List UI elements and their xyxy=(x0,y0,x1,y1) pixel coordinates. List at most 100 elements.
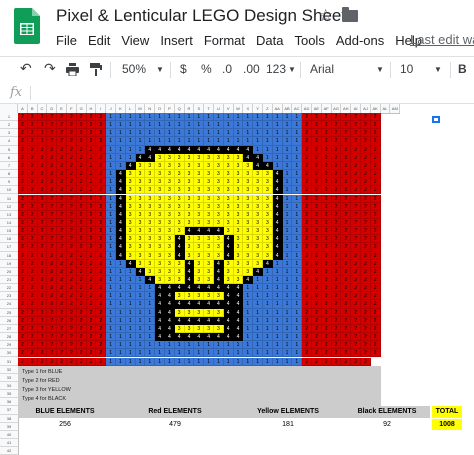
grid-cell[interactable]: 2 xyxy=(18,341,28,350)
grid-cell[interactable]: 2 xyxy=(312,235,322,244)
grid-cell[interactable]: 3 xyxy=(145,186,156,195)
grid-cell[interactable]: 1 xyxy=(292,243,303,252)
grid-cell[interactable]: 3 xyxy=(155,161,165,171)
grid-cell[interactable]: 2 xyxy=(18,218,28,228)
grid-cell[interactable]: 1 xyxy=(125,316,136,325)
grid-cell[interactable]: 2 xyxy=(67,276,77,285)
grid-cell[interactable]: 2 xyxy=(370,113,381,122)
grid-cell[interactable]: 3 xyxy=(194,202,205,211)
grid-cell[interactable]: 2 xyxy=(18,210,28,219)
grid-cell[interactable]: 2 xyxy=(321,341,332,350)
grid-cell[interactable]: 4 xyxy=(223,308,234,317)
grid-cell[interactable]: 4 xyxy=(272,251,283,260)
grid-cell[interactable]: 2 xyxy=(76,153,87,162)
grid-cell[interactable]: 2 xyxy=(312,178,322,187)
grid-cell[interactable]: 3 xyxy=(204,292,214,301)
grid-cell[interactable]: 3 xyxy=(174,153,185,162)
grid-cell[interactable]: 2 xyxy=(96,194,107,203)
grid-cell[interactable]: 3 xyxy=(125,178,136,187)
grid-cell[interactable]: 2 xyxy=(302,243,312,252)
grid-cell[interactable]: 2 xyxy=(86,284,97,293)
grid-cell[interactable]: 2 xyxy=(27,121,38,130)
grid-cell[interactable]: 3 xyxy=(194,153,205,162)
grid-cell[interactable]: 1 xyxy=(106,161,116,171)
grid-cell[interactable]: 3 xyxy=(155,243,165,252)
grid-cell[interactable]: 1 xyxy=(204,113,214,122)
grid-cell[interactable]: 4 xyxy=(214,227,224,236)
grid-cell[interactable]: 2 xyxy=(312,161,322,171)
grid-cell[interactable]: 2 xyxy=(302,121,312,130)
grid-cell[interactable]: 2 xyxy=(57,153,67,162)
grid-cell[interactable]: 2 xyxy=(312,153,322,162)
grid-cell[interactable]: 1 xyxy=(272,161,283,171)
grid-cell[interactable]: 2 xyxy=(57,235,67,244)
grid-cell[interactable]: 2 xyxy=(37,243,48,252)
grid-cell[interactable]: 4 xyxy=(184,316,195,325)
grid-cell[interactable]: 2 xyxy=(96,121,107,130)
grid-cell[interactable]: 3 xyxy=(174,276,185,285)
grid-cell[interactable]: 1 xyxy=(223,349,234,358)
grid-cell[interactable]: 2 xyxy=(331,153,342,162)
grid-cell[interactable]: 2 xyxy=(86,357,97,366)
grid-cell[interactable]: 1 xyxy=(106,129,116,138)
grid-cell[interactable]: 2 xyxy=(312,316,322,325)
grid-cell[interactable]: 3 xyxy=(243,170,254,179)
grid-cell[interactable]: 2 xyxy=(341,113,352,122)
grid-cell[interactable]: 1 xyxy=(282,153,293,162)
grid-cell[interactable]: 2 xyxy=(321,276,332,285)
grid-cell[interactable]: 2 xyxy=(27,145,38,154)
grid-cell[interactable]: 1 xyxy=(272,276,283,285)
grid-cell[interactable]: 1 xyxy=(106,308,116,317)
grid-cell[interactable]: 2 xyxy=(361,202,371,211)
grid-cell[interactable]: 3 xyxy=(194,324,205,334)
grid-cell[interactable]: 1 xyxy=(292,227,303,236)
grid-cell[interactable]: 3 xyxy=(165,251,175,260)
grid-cell[interactable]: 3 xyxy=(165,235,175,244)
grid-cell[interactable]: 2 xyxy=(321,153,332,162)
grid-cell[interactable]: 3 xyxy=(125,194,136,203)
grid-cell[interactable]: 2 xyxy=(96,300,107,309)
grid-cell[interactable]: 3 xyxy=(223,259,234,268)
grid-cell[interactable]: 1 xyxy=(116,145,126,154)
grid-cell[interactable]: 4 xyxy=(135,267,146,276)
grid-cell[interactable]: 2 xyxy=(321,161,332,171)
grid-cell[interactable]: 3 xyxy=(125,202,136,211)
grid-cell[interactable]: 3 xyxy=(233,186,244,195)
grid-cell[interactable]: 1 xyxy=(214,349,224,358)
grid-cell[interactable]: 1 xyxy=(292,121,303,130)
grid-cell[interactable]: 2 xyxy=(312,284,322,293)
grid-cell[interactable]: 4 xyxy=(223,284,234,293)
grid-cell[interactable]: 3 xyxy=(184,170,195,179)
grid-cell[interactable]: 4 xyxy=(233,145,244,154)
row-header[interactable]: 34 xyxy=(0,382,18,391)
grid-cell[interactable]: 2 xyxy=(361,161,371,171)
grid-cell[interactable]: 3 xyxy=(135,186,146,195)
grid-cell[interactable]: 2 xyxy=(312,251,322,260)
row-header[interactable]: 21 xyxy=(0,276,18,285)
grid-cell[interactable]: 1 xyxy=(194,341,205,350)
grid-cell[interactable]: 1 xyxy=(174,129,185,138)
grid-cell[interactable]: 3 xyxy=(174,227,185,236)
column-header[interactable]: M xyxy=(136,104,146,113)
grid-cell[interactable]: 2 xyxy=(370,227,381,236)
grid-cell[interactable]: 2 xyxy=(27,113,38,122)
grid-cell[interactable]: 3 xyxy=(223,210,234,219)
currency-format-button[interactable]: $ xyxy=(180,62,187,76)
grid-cell[interactable]: 1 xyxy=(204,341,214,350)
grid-cell[interactable]: 2 xyxy=(370,178,381,187)
grid-cell[interactable]: 1 xyxy=(282,113,293,122)
grid-cell[interactable]: 2 xyxy=(361,145,371,154)
grid-cell[interactable]: 3 xyxy=(184,308,195,317)
grid-cell[interactable]: 2 xyxy=(302,235,312,244)
grid-cell[interactable]: 4 xyxy=(272,227,283,236)
grid-cell[interactable]: 2 xyxy=(96,316,107,325)
grid-cell[interactable]: 4 xyxy=(165,308,175,317)
grid-cell[interactable]: 4 xyxy=(155,333,165,342)
grid-cell[interactable]: 2 xyxy=(312,170,322,179)
grid-cell[interactable]: 1 xyxy=(243,316,254,325)
grid-cell[interactable]: 1 xyxy=(263,129,273,138)
grid-cell[interactable]: 2 xyxy=(331,276,342,285)
grid-cell[interactable]: 2 xyxy=(351,194,361,203)
grid-cell[interactable]: 2 xyxy=(331,137,342,146)
grid-cell[interactable]: 2 xyxy=(47,113,58,122)
